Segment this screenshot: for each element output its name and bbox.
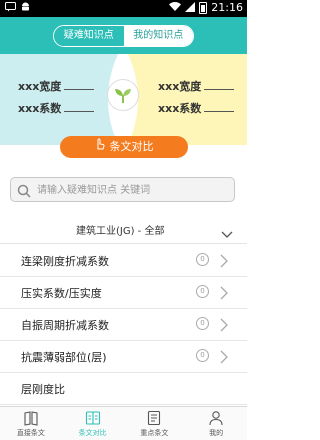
list-item-label: 连梁刚度折减系数	[21, 255, 109, 268]
status-time: 21:16	[211, 1, 243, 14]
header: 疑难知识点 我的知识点	[0, 17, 247, 54]
knowledge-tabs: 疑难知识点 我的知识点	[53, 25, 194, 47]
count-badge: 0	[196, 253, 209, 266]
knowledge-list: 连梁刚度折减系数 0 压实系数/压实度 0 自振周期折减系数 0 抗震薄弱部位(…	[0, 245, 247, 405]
status-bar-left	[5, 1, 31, 17]
signal-icon	[185, 1, 196, 15]
tab-label: 我的	[209, 429, 224, 437]
list-item[interactable]: 自振周期折减系数 0	[0, 309, 247, 341]
search-input[interactable]	[37, 181, 227, 199]
status-bar-right: 21:16	[169, 1, 243, 15]
list-item-label: 自振周期折减系数	[21, 319, 109, 332]
tab-label: 条文对比	[78, 429, 107, 437]
tab-difficult-knowledge[interactable]: 疑难知识点	[54, 26, 124, 46]
filter-label: 建筑工业(JG) - 全部	[76, 226, 165, 237]
list-item-label: 层刚度比	[21, 383, 65, 396]
list-item-label: 压实系数/压实度	[21, 287, 102, 300]
right-row-width: xxx宽度	[158, 78, 235, 94]
left-row-width: xxx宽度	[18, 78, 95, 94]
tab-mine[interactable]: 我的	[185, 407, 247, 440]
left-row-coefficient: xxx系数	[18, 100, 95, 116]
chevron-right-icon	[220, 317, 228, 336]
hand-pointer-icon	[95, 136, 105, 158]
right-row-coefficient: xxx系数	[158, 100, 235, 116]
search-box	[10, 177, 235, 202]
wifi-icon	[169, 1, 182, 15]
chevron-right-icon	[220, 253, 228, 272]
tab-label: 直接条文	[16, 429, 45, 437]
list-item[interactable]: 连梁刚度折减系数 0	[0, 245, 247, 277]
compare-button[interactable]: 条文对比	[60, 136, 188, 158]
count-badge: 0	[196, 285, 209, 298]
chevron-right-icon	[220, 285, 228, 304]
list-item[interactable]: 层刚度比	[0, 373, 247, 405]
tab-direct-clauses[interactable]: 直接条文	[0, 407, 62, 440]
list-item[interactable]: 抗震薄弱部位(层) 0	[0, 341, 247, 373]
status-bar: 21:16	[0, 0, 247, 17]
person-icon	[209, 411, 223, 426]
tab-my-knowledge[interactable]: 我的知识点	[123, 26, 193, 46]
android-icon	[20, 1, 31, 17]
list-item[interactable]: 压实系数/压实度 0	[0, 277, 247, 309]
tab-label: 重点条文	[140, 429, 169, 437]
book-icon	[24, 411, 38, 426]
tab-key-clauses[interactable]: 重点条文	[124, 407, 186, 440]
message-icon	[5, 1, 16, 17]
list-item-label: 抗震薄弱部位(层)	[21, 351, 107, 364]
chevron-down-icon	[221, 224, 233, 243]
compare-icon	[85, 411, 100, 425]
category-filter[interactable]: 建筑工业(JG) - 全部	[0, 214, 247, 244]
document-icon	[148, 410, 161, 426]
count-badge: 0	[196, 349, 209, 362]
compare-button-label: 条文对比	[109, 140, 154, 153]
search-icon	[17, 183, 31, 202]
sprout-icon	[108, 80, 138, 110]
battery-icon	[199, 2, 208, 14]
count-badge: 0	[196, 317, 209, 330]
chevron-right-icon	[220, 349, 228, 368]
bottom-tab-bar: 直接条文 条文对比 重点条文 我的	[0, 406, 247, 440]
tab-clause-compare[interactable]: 条文对比	[62, 407, 124, 440]
